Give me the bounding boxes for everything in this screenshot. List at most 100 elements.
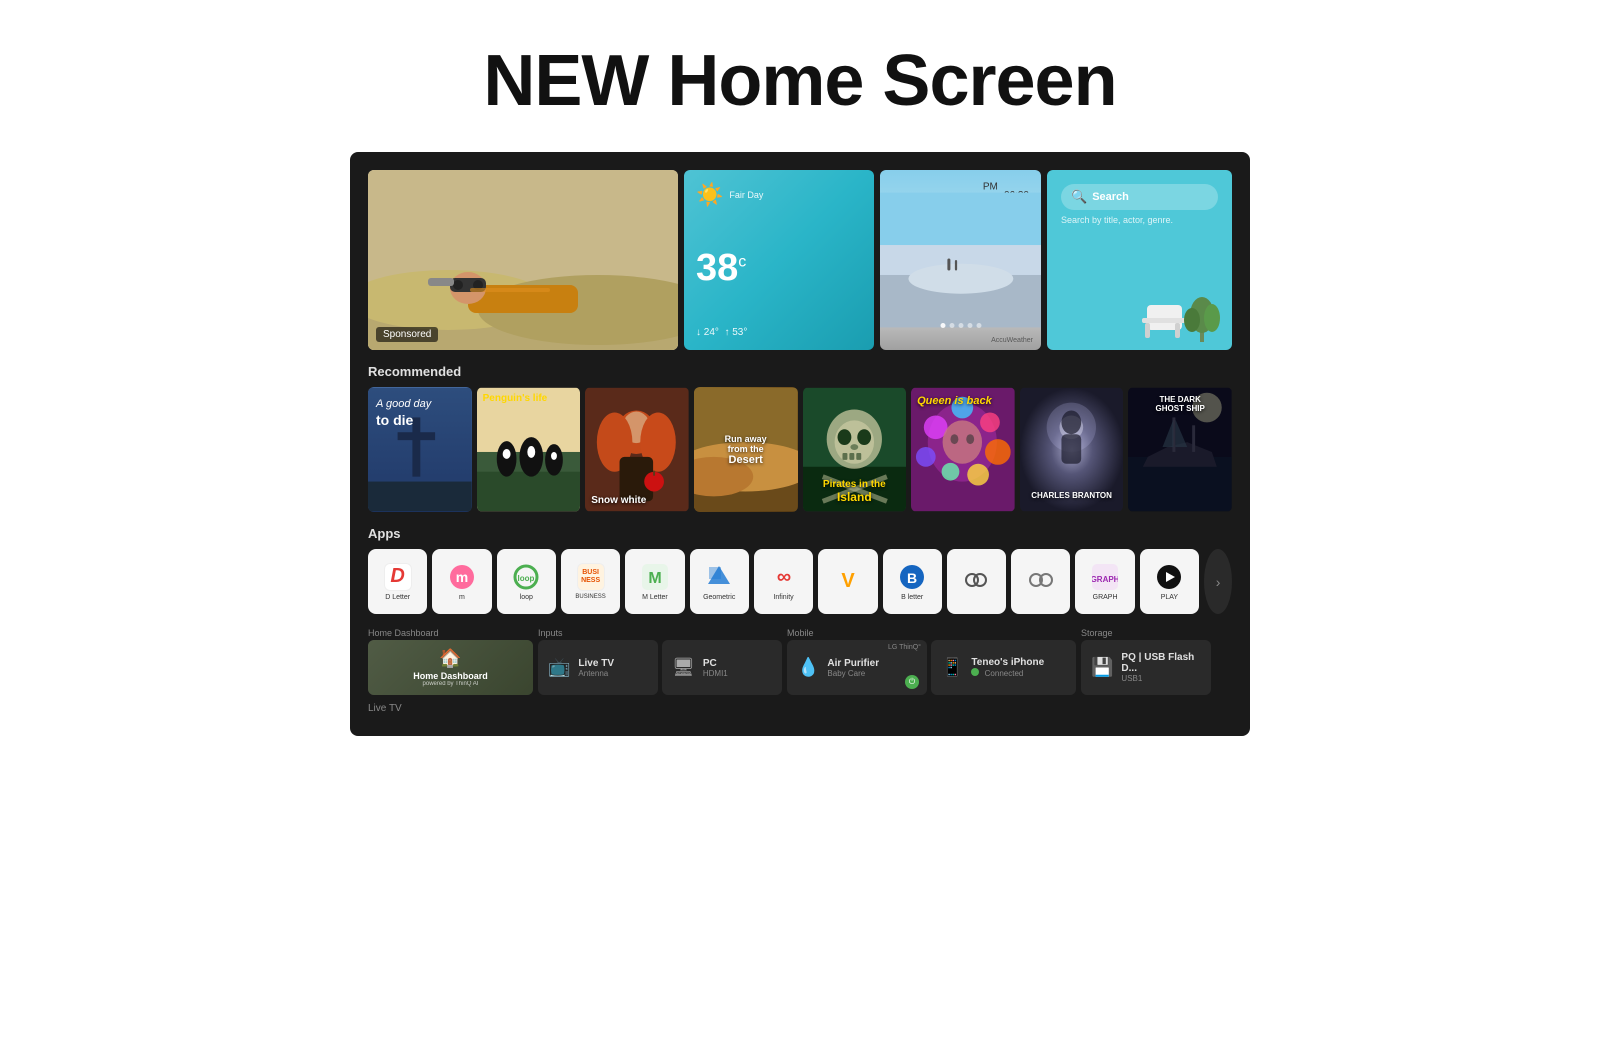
svg-text:V: V <box>841 570 855 592</box>
home-dash-icon: 🏠 <box>413 648 488 669</box>
app-icon-link <box>962 566 990 594</box>
app-icon-b-letter: B <box>898 563 926 591</box>
dash-section-mobile: Mobile 💧 LG ThinQ° Air Purifier Baby Car… <box>787 628 1076 695</box>
app-label-infinity: Infinity <box>773 594 793 601</box>
dash-card-pc[interactable]: 🖥 PC HDMI1 <box>662 640 782 695</box>
app-label-m-letter: M Letter <box>642 594 668 601</box>
dash-section-home: Home Dashboard 🏠 Home Dashboard powered … <box>368 628 533 695</box>
rec-item-good-day[interactable]: A good day to die <box>368 387 472 512</box>
app-geometric[interactable]: Geometric <box>690 549 749 614</box>
search-bar[interactable]: 🔍 Search <box>1061 184 1218 210</box>
app-b-letter[interactable]: B B letter <box>883 549 942 614</box>
app-link[interactable] <box>947 549 1006 614</box>
search-magnify-icon: 🔍 <box>1071 189 1087 205</box>
home-dash-content: 🏠 Home Dashboard powered by ThinQ AI <box>413 648 488 688</box>
rec-item-pirates[interactable]: Pirates in the Island <box>803 387 907 512</box>
dash-card-title-pc: PC <box>703 658 728 669</box>
purifier-power-icon: ⏻ <box>905 675 919 689</box>
dash-card-usb[interactable]: 💾 PQ | USB Flash D... USB1 <box>1081 640 1211 695</box>
home-dash-title: Home Dashboard <box>413 671 488 682</box>
app-loop[interactable]: loop loop <box>497 549 556 614</box>
apps-scroll-right[interactable]: › <box>1204 549 1232 614</box>
usb-icon: 💾 <box>1091 657 1113 678</box>
weather-condition: Fair Day <box>729 190 763 200</box>
apps-label: Apps <box>368 526 1232 541</box>
rec-item-penguins[interactable]: Penguin's life <box>477 387 581 512</box>
dash-card-home[interactable]: 🏠 Home Dashboard powered by ThinQ AI <box>368 640 533 695</box>
rec-title-dark-ghost: THE DARK GHOST SHIP <box>1156 395 1205 413</box>
dash-card-text-live-tv: Live TV Antenna <box>578 658 614 678</box>
dash-card-title-iphone: Teneo's iPhone <box>971 657 1044 668</box>
app-label-play: PLAY <box>1161 594 1178 601</box>
page-title: NEW Home Screen <box>0 40 1600 122</box>
app-label-b-letter: B letter <box>901 594 923 601</box>
sponsored-badge: Sponsored <box>376 327 438 342</box>
dash-card-text-pc: PC HDMI1 <box>703 658 728 678</box>
app-label-m: m <box>459 594 465 601</box>
svg-text:GRAPH: GRAPH <box>1092 575 1118 584</box>
dash-card-iphone[interactable]: 📱 Teneo's iPhone Connected <box>931 640 1076 695</box>
dash-card-sub-iphone: Connected <box>971 668 1044 678</box>
landscape-dots <box>940 323 981 328</box>
app-m[interactable]: m m <box>432 549 491 614</box>
iphone-icon: 📱 <box>941 657 963 678</box>
connected-indicator <box>971 668 979 676</box>
app-label-biz: BUSINESS <box>575 594 605 600</box>
dash-card-live-tv[interactable]: 📺 Live TV Antenna <box>538 640 658 695</box>
hero-search-card[interactable]: 🔍 Search Search by title, actor, genre. <box>1047 170 1232 350</box>
app-rings[interactable] <box>1011 549 1070 614</box>
svg-text:loop: loop <box>518 574 535 583</box>
dash-card-purifier[interactable]: 💧 LG ThinQ° Air Purifier Baby Care ⏻ <box>787 640 927 695</box>
app-icon-graph: GRAPH <box>1091 563 1119 591</box>
dash-card-text-usb: PQ | USB Flash D... USB1 <box>1121 652 1201 683</box>
app-icon-rings <box>1027 566 1055 594</box>
pc-icon: 🖥 <box>672 657 695 678</box>
app-icon-infinity: ∞ <box>770 563 798 591</box>
live-tv-bottom-label: Live TV <box>368 703 1232 718</box>
app-play[interactable]: PLAY <box>1140 549 1199 614</box>
app-v[interactable]: V <box>818 549 877 614</box>
weather-temp: 38c <box>696 247 746 289</box>
app-m-letter[interactable]: M M Letter <box>625 549 684 614</box>
app-biz[interactable]: BUSINESS BUSINESS <box>561 549 620 614</box>
dashboard-row: Home Dashboard 🏠 Home Dashboard powered … <box>368 628 1232 695</box>
app-d-letter[interactable]: D D Letter <box>368 549 427 614</box>
rec-title-charles: CHARLES BRANTON <box>1031 491 1112 500</box>
dash-card-title-usb: PQ | USB Flash D... <box>1121 652 1201 674</box>
rec-item-snow-white[interactable]: Snow white <box>585 387 689 512</box>
page-title-area: NEW Home Screen <box>0 0 1600 152</box>
rec-item-charles[interactable]: CHARLES BRANTON <box>1020 387 1124 512</box>
app-graph[interactable]: GRAPH GRAPH <box>1075 549 1134 614</box>
rec-title-good-day: A good day to die <box>376 397 431 429</box>
svg-text:M: M <box>648 570 661 587</box>
search-decor-svg <box>1047 270 1232 350</box>
dash-section-inputs: Inputs 📺 Live TV Antenna 🖥 PC HDMI1 <box>538 628 782 695</box>
dash-label-home: Home Dashboard <box>368 628 533 638</box>
hero-sponsored-card[interactable]: Sponsored <box>368 170 678 350</box>
apps-row: D D Letter m m loop loop BUSINESS BUSINE… <box>368 549 1232 614</box>
dash-card-text-iphone: Teneo's iPhone Connected <box>971 657 1044 678</box>
dash-card-sub-pc: HDMI1 <box>703 669 728 678</box>
search-bar-title: Search <box>1092 191 1129 203</box>
app-icon-play <box>1155 563 1183 591</box>
rec-title-pirates: Pirates in the Island <box>823 479 886 504</box>
live-tv-icon: 📺 <box>548 657 570 678</box>
app-infinity[interactable]: ∞ Infinity <box>754 549 813 614</box>
rec-item-queen-back[interactable]: Queen is back <box>911 387 1015 512</box>
rec-item-run-away[interactable]: Run away from the Desert <box>694 387 798 512</box>
hero-weather-card[interactable]: ☀️ Fair Day 38c ↓ 24° ↑ 53° <box>684 170 874 350</box>
rec-item-dark-ghost[interactable]: THE DARK GHOST SHIP <box>1128 387 1232 512</box>
app-label-d-letter: D Letter <box>385 594 410 601</box>
accu-weather-label: AccuWeather <box>991 337 1033 344</box>
app-icon-v: V <box>834 566 862 594</box>
app-label-loop: loop <box>520 594 533 601</box>
recommended-row: A good day to die Penguin's life <box>368 387 1232 512</box>
dash-card-sub-usb: USB1 <box>1121 674 1201 683</box>
app-icon-geometric <box>705 563 733 591</box>
weather-range: ↓ 24° ↑ 53° <box>696 327 862 338</box>
rec-title-penguins: Penguin's life <box>483 393 548 404</box>
tv-screen: Sponsored ☀️ Fair Day 38c ↓ 24° ↑ 53° PM… <box>350 152 1250 736</box>
hero-landscape-card[interactable]: PM 06:30 AccuWeather <box>880 170 1041 350</box>
app-icon-m: m <box>448 563 476 591</box>
search-hint: Search by title, actor, genre. <box>1061 215 1218 225</box>
